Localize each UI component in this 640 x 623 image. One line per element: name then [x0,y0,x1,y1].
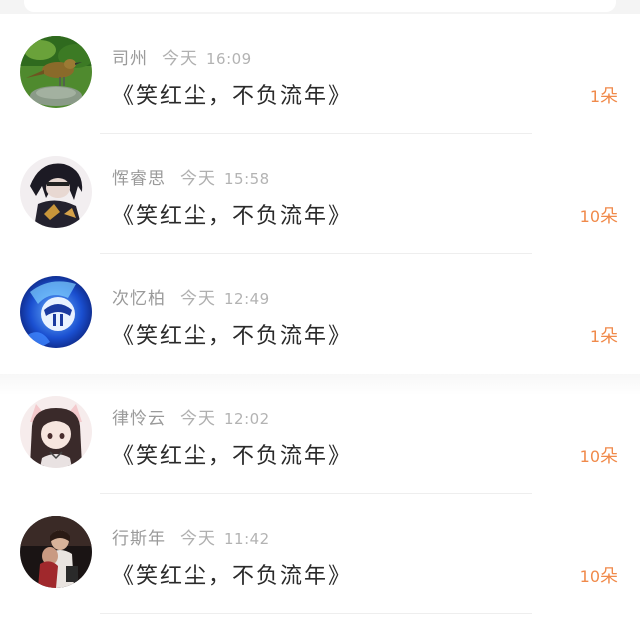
day-label: 今天 [162,49,198,69]
gift-record-list: 司州 今天 16:09 《笑红尘，不负流年》 1朵 恽睿思 今天 15:58 《笑红尘，… [0,14,640,623]
flower-unit: 朵 [600,446,618,467]
gift-message: 《笑红尘，不负流年》 [112,564,353,589]
sender-name[interactable]: 行斯年 [112,524,166,549]
record-header: 律怜云 今天 12:02 [112,404,270,429]
flower-unit: 朵 [600,566,618,587]
flower-count: 1朵 [590,322,618,348]
record-header: 行斯年 今天 11:42 [112,524,270,549]
timestamp: 12:49 [224,290,270,308]
timestamp: 16:09 [206,50,252,68]
day-label: 今天 [180,409,216,429]
list-item[interactable]: 行斯年 今天 11:42 《笑红尘，不负流年》 10朵 [0,494,640,614]
sender-name[interactable]: 司州 [112,44,148,69]
day-label: 今天 [180,169,216,189]
gift-message: 《笑红尘，不负流年》 [112,444,353,469]
flower-unit: 朵 [600,326,618,347]
record-header: 次忆柏 今天 12:49 [112,284,270,309]
flower-count-number: 10 [579,567,600,586]
gift-message: 《笑红尘，不负流年》 [112,84,353,109]
day-label: 今天 [180,289,216,309]
flower-count-number: 10 [579,447,600,466]
sender-name[interactable]: 次忆柏 [112,284,166,309]
list-item[interactable]: 司州 今天 16:09 《笑红尘，不负流年》 1朵 [0,14,640,134]
top-strip [0,0,640,14]
flower-unit: 朵 [600,86,618,107]
anime-girl-avatar[interactable] [20,396,92,468]
timestamp: 11:42 [224,530,270,548]
flower-count: 10朵 [580,562,618,588]
list-item[interactable]: 律怜云 今天 12:02 《笑红尘，不负流年》 10朵 [0,374,640,494]
divider [100,613,532,614]
timestamp: 15:58 [224,170,270,188]
timestamp: 12:02 [224,410,270,428]
flower-count-number: 1 [589,87,600,106]
flower-count: 10朵 [580,442,618,468]
flower-count: 10朵 [580,202,618,228]
sender-name[interactable]: 恽睿思 [112,164,166,189]
flower-count: 1朵 [590,82,618,108]
list-item[interactable]: 次忆柏 今天 12:49 《笑红尘，不负流年》 1朵 [0,254,640,374]
flower-count-number: 1 [589,327,600,346]
list-item[interactable]: 恽睿思 今天 15:58 《笑红尘，不负流年》 10朵 [0,134,640,254]
dark-character-avatar[interactable] [20,156,92,228]
sender-name[interactable]: 律怜云 [112,404,166,429]
gift-message: 《笑红尘，不负流年》 [112,324,353,349]
flower-count-number: 10 [579,207,600,226]
previous-card-edge [24,0,616,12]
blue-mask-avatar[interactable] [20,276,92,348]
record-header: 司州 今天 16:09 [112,44,252,69]
couple-photo-avatar[interactable] [20,516,92,588]
flower-unit: 朵 [600,206,618,227]
record-header: 恽睿思 今天 15:58 [112,164,270,189]
gift-message: 《笑红尘，不负流年》 [112,204,353,229]
bird-avatar[interactable] [20,36,92,108]
day-label: 今天 [180,529,216,549]
